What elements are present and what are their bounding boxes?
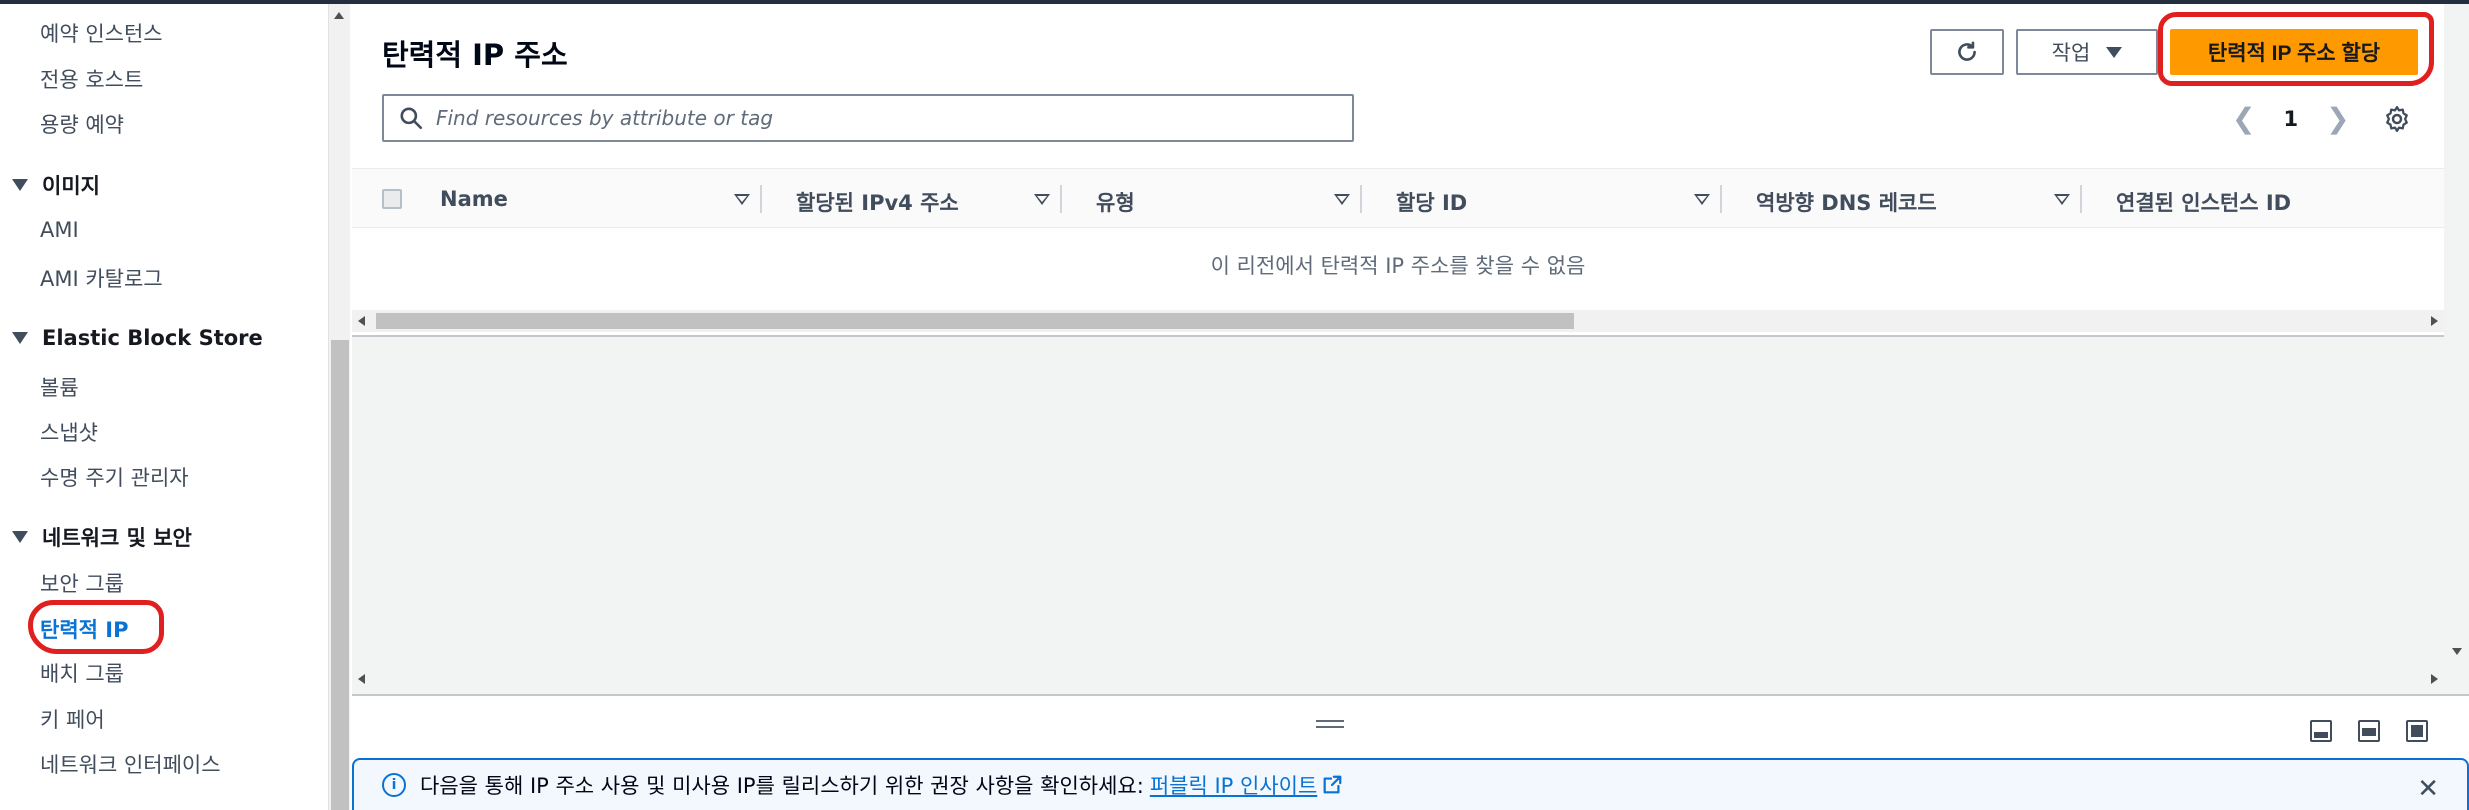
- next-page-icon[interactable]: ❯: [2326, 102, 2349, 135]
- scroll-right-arrow-icon[interactable]: [2431, 316, 2438, 326]
- sidebar-item-key-pairs[interactable]: 키 페어: [40, 704, 105, 734]
- info-icon: i: [382, 773, 406, 797]
- resize-handle-icon[interactable]: [1316, 720, 1344, 732]
- sidebar-item-ami-catalog[interactable]: AMI 카탈로그: [40, 263, 163, 293]
- sidebar-item-elastic-ip[interactable]: 탄력적 IP: [40, 614, 128, 644]
- caret-down-icon: [12, 332, 28, 344]
- scroll-left-arrow-icon[interactable]: [358, 316, 365, 326]
- caret-down-icon: [2106, 46, 2123, 58]
- sidebar-item-lifecycle-manager[interactable]: 수명 주기 관리자: [40, 462, 189, 492]
- sidebar-scroll-thumb[interactable]: [331, 340, 349, 810]
- sidebar: 예약 인스턴스 전용 호스트 용량 예약 이미지 AMI AMI 카탈로그 El…: [0, 4, 328, 810]
- column-header-name[interactable]: Name: [440, 187, 508, 211]
- column-resizer[interactable]: [1720, 185, 1722, 213]
- pagination: ❮ 1 ❯: [2232, 102, 2350, 135]
- scroll-left-arrow-icon[interactable]: [358, 674, 365, 684]
- select-all-checkbox[interactable]: [382, 189, 402, 209]
- actions-dropdown-button[interactable]: 작업: [2016, 29, 2158, 75]
- search-input[interactable]: [436, 106, 1336, 130]
- scroll-down-arrow-icon[interactable]: [2452, 648, 2462, 655]
- sidebar-item-security-groups[interactable]: 보안 그룹: [40, 568, 124, 598]
- column-header-reverse-dns[interactable]: 역방향 DNS 레코드: [1756, 187, 1937, 217]
- external-link-icon[interactable]: [1321, 774, 1343, 796]
- column-resizer[interactable]: [1360, 185, 1362, 213]
- column-header-type[interactable]: 유형: [1096, 187, 1135, 217]
- table-empty-message: 이 리전에서 탄력적 IP 주소를 찾을 수 없음: [1210, 254, 1586, 278]
- sidebar-item-volumes[interactable]: 볼륨: [40, 372, 79, 402]
- actions-label: 작업: [2051, 42, 2091, 65]
- main-content: 탄력적 IP 주소 작업 탄력적 IP 주소 할당 ❮ 1 ❯: [352, 4, 2469, 810]
- table-header: Name 할당된 IPv4 주소 유형 할당 ID 역방향 DNS 레코드 연결…: [352, 168, 2444, 228]
- elastic-ip-table-container: 탄력적 IP 주소 작업 탄력적 IP 주소 할당 ❮ 1 ❯: [352, 4, 2444, 337]
- page-title: 탄력적 IP 주소: [382, 38, 568, 72]
- main-horizontal-scrollbar[interactable]: [352, 668, 2444, 690]
- previous-page-icon[interactable]: ❮: [2232, 102, 2255, 135]
- column-header-allocated-ipv4[interactable]: 할당된 IPv4 주소: [796, 187, 959, 217]
- close-icon[interactable]: ✕: [2417, 774, 2439, 804]
- table-scroll-thumb[interactable]: [376, 313, 1574, 329]
- main-vertical-scrollbar[interactable]: [2444, 4, 2469, 694]
- flash-message: 다음을 통해 IP 주소 사용 및 미사용 IP를 릴리스하기 위한 권장 사항…: [420, 774, 1144, 798]
- sidebar-item-capacity-reservations[interactable]: 용량 예약: [40, 109, 124, 139]
- table-horizontal-scrollbar[interactable]: [352, 310, 2444, 332]
- sidebar-section-images[interactable]: 이미지: [12, 170, 100, 200]
- sidebar-item-dedicated-hosts[interactable]: 전용 호스트: [40, 64, 143, 94]
- column-header-allocation-id[interactable]: 할당 ID: [1396, 187, 1467, 217]
- sort-caret-icon[interactable]: [1034, 194, 1050, 205]
- sort-caret-icon[interactable]: [734, 194, 750, 205]
- scroll-up-arrow-icon[interactable]: [334, 12, 344, 19]
- sidebar-item-ami[interactable]: AMI: [40, 218, 79, 242]
- sidebar-scrollbar[interactable]: [328, 4, 350, 810]
- sidebar-item-placement-groups[interactable]: 배치 그룹: [40, 658, 124, 688]
- sidebar-item-network-interfaces[interactable]: 네트워크 인터페이스: [40, 749, 221, 779]
- layout-full-icon[interactable]: [2406, 720, 2428, 742]
- column-header-associated-instance-id[interactable]: 연결된 인스턴스 ID: [2116, 187, 2291, 217]
- search-icon: [400, 107, 423, 130]
- sidebar-item-reserved-instances[interactable]: 예약 인스턴스: [40, 18, 163, 48]
- sort-caret-icon[interactable]: [1694, 194, 1710, 205]
- split-panel: i 다음을 통해 IP 주소 사용 및 미사용 IP를 릴리스하기 위한 권장 …: [352, 694, 2469, 810]
- scroll-right-arrow-icon[interactable]: [2431, 674, 2438, 684]
- caret-down-icon: [12, 179, 28, 191]
- refresh-button[interactable]: [1930, 29, 2004, 75]
- layout-side-icon[interactable]: [2358, 720, 2380, 742]
- sort-caret-icon[interactable]: [1334, 194, 1350, 205]
- allocate-elastic-ip-button[interactable]: 탄력적 IP 주소 할당: [2170, 29, 2418, 75]
- sidebar-item-snapshots[interactable]: 스냅샷: [40, 417, 98, 447]
- info-flash-banner: i 다음을 통해 IP 주소 사용 및 미사용 IP를 릴리스하기 위한 권장 …: [352, 758, 2469, 810]
- layout-bottom-icon[interactable]: [2310, 720, 2332, 742]
- search-box[interactable]: [382, 94, 1354, 142]
- refresh-icon: [1958, 41, 1976, 61]
- sort-caret-icon[interactable]: [2054, 194, 2070, 205]
- caret-down-icon: [12, 531, 28, 543]
- sidebar-section-network-security[interactable]: 네트워크 및 보안: [12, 522, 192, 552]
- column-resizer[interactable]: [1060, 185, 1062, 213]
- sidebar-section-ebs[interactable]: Elastic Block Store: [12, 326, 263, 350]
- column-resizer[interactable]: [760, 185, 762, 213]
- public-ip-insights-link[interactable]: 퍼블릭 IP 인사이트: [1150, 770, 1317, 800]
- settings-gear-icon[interactable]: [2382, 104, 2412, 134]
- current-page-number[interactable]: 1: [2283, 107, 2298, 131]
- column-resizer[interactable]: [2080, 185, 2082, 213]
